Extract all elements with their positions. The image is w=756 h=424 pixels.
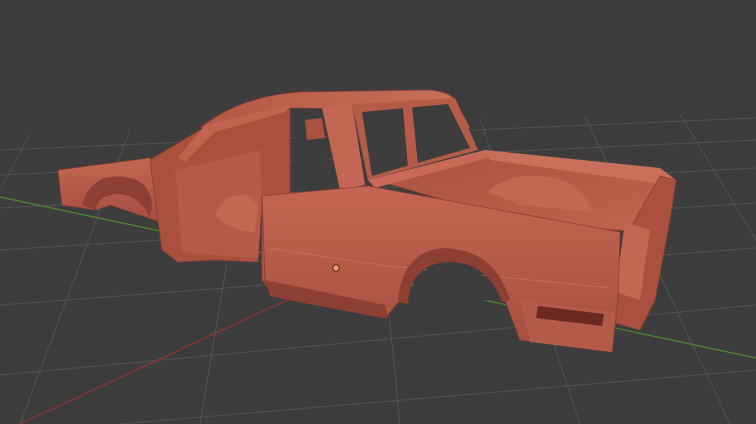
side-window-post [305,118,325,140]
truck-body-model[interactable] [57,89,677,353]
origin-dot-icon[interactable] [332,264,340,272]
object-origin[interactable] [332,264,340,272]
x-axis-line [19,279,331,424]
3d-viewport[interactable] [0,0,756,424]
viewport-canvas[interactable] [0,0,756,424]
